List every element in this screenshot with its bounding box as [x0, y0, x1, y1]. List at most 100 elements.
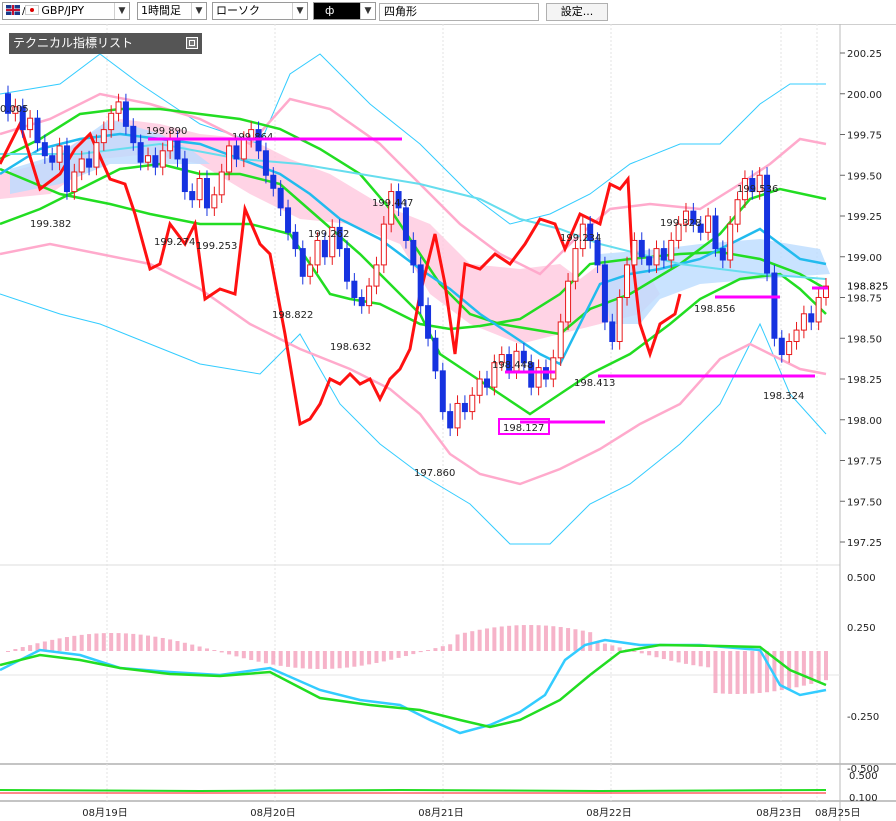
drawing-tool-select[interactable]: ф ▼ — [313, 2, 376, 20]
indicator-list-panel[interactable]: テクニカル指標リスト — [9, 33, 202, 54]
candle-body — [638, 239, 645, 258]
histogram-bar — [720, 651, 725, 694]
candle-body — [233, 145, 240, 160]
candle-body — [594, 239, 601, 266]
candle-body — [145, 155, 152, 163]
candle-body — [425, 305, 432, 339]
histogram-bar — [462, 632, 467, 651]
histogram-bar — [315, 651, 320, 669]
price-tick-label: 199.75 — [847, 131, 882, 142]
indicator-list-title: テクニカル指標リスト — [13, 36, 134, 50]
histogram-bar — [639, 651, 644, 654]
histogram-bar — [448, 644, 453, 651]
candle-body — [137, 142, 144, 163]
candle-body — [484, 378, 491, 388]
histogram-bar — [610, 645, 615, 651]
histogram-bar — [227, 651, 232, 655]
histogram-bar — [418, 651, 423, 653]
chart-canvas[interactable]: 0.005199.890199.864199.382199.274199.253… — [0, 24, 896, 821]
settings-button[interactable]: 設定... — [546, 3, 608, 21]
candle-body — [565, 280, 572, 323]
histogram-bar — [617, 647, 622, 651]
histogram-bar — [573, 629, 578, 651]
uk-flag-icon — [6, 5, 20, 15]
candle-body — [122, 101, 129, 127]
price-annotation: 198.324 — [763, 391, 804, 402]
histogram-bar — [138, 634, 143, 651]
candle-body — [189, 191, 196, 201]
bottom-panel — [0, 788, 827, 794]
candle-body — [86, 158, 93, 168]
histogram-bar — [728, 651, 733, 694]
price-annotation: 198.632 — [330, 342, 371, 353]
price-annotation: 199.262 — [308, 229, 349, 240]
price-tick-label: 198.00 — [847, 416, 882, 427]
shape-field[interactable]: 四角形 — [379, 3, 539, 21]
histogram-bar — [219, 651, 224, 653]
osc-tick-label: -0.250 — [847, 712, 879, 723]
histogram-bar — [20, 647, 25, 651]
candle-body — [727, 223, 734, 261]
chart-style-select[interactable]: ローソク ▼ — [212, 2, 308, 20]
candle-body — [432, 337, 439, 372]
histogram-bar — [168, 639, 173, 651]
histogram-bar — [529, 625, 534, 651]
bottom-indicator-line — [0, 788, 827, 793]
histogram-bar — [131, 633, 136, 651]
histogram-bar — [234, 651, 239, 657]
candle-body — [211, 194, 218, 209]
histogram-bar — [271, 651, 276, 665]
histogram-bar — [742, 651, 747, 694]
symbol-select[interactable]: / GBP/JPY ▼ — [2, 2, 130, 20]
candle-body — [27, 117, 34, 131]
price-annotation: 198.448 — [492, 360, 533, 371]
histogram-bar — [669, 651, 674, 661]
candle-body — [601, 264, 608, 323]
candle-body — [660, 248, 667, 261]
histogram-bar — [109, 633, 114, 651]
settings-label: 設定... — [560, 5, 594, 18]
candle-body — [712, 215, 719, 250]
price-annotation: 199.328 — [660, 218, 701, 229]
histogram-bar — [499, 626, 504, 651]
candle-body — [203, 178, 210, 209]
candle-body — [609, 321, 616, 343]
price-annotation: 199.890 — [146, 126, 187, 137]
candle-body — [181, 158, 188, 193]
candle-body — [262, 150, 269, 176]
candle-body — [461, 402, 468, 413]
candle-body — [93, 142, 100, 168]
candle-body — [815, 297, 822, 323]
histogram-bar — [72, 635, 77, 651]
price-tick-label: 200.00 — [847, 90, 882, 101]
histogram-bar — [256, 651, 261, 662]
candle-body — [63, 145, 70, 193]
candle-body — [646, 256, 653, 266]
candle-body — [786, 341, 793, 356]
restore-icon[interactable] — [186, 37, 198, 49]
histogram-bar — [477, 629, 482, 651]
candle-body — [285, 207, 292, 233]
histogram-bar — [241, 651, 246, 659]
chevron-down-icon: ▼ — [114, 3, 129, 19]
histogram-bar — [146, 635, 151, 651]
histogram-bar — [735, 651, 740, 694]
histogram-bar — [50, 639, 55, 651]
timeframe-select[interactable]: 1時間足 ▼ — [137, 2, 207, 20]
histogram-bar — [153, 636, 158, 651]
osc-tick-label: 0.250 — [847, 623, 876, 634]
histogram-bar — [654, 651, 659, 658]
candle-body — [226, 145, 233, 173]
histogram-bar — [543, 625, 548, 651]
price-tick-label: 199.50 — [847, 171, 882, 182]
histogram-bar — [300, 651, 305, 669]
price-tick-label: 197.75 — [847, 457, 882, 468]
histogram-bar — [381, 651, 386, 662]
histogram-bar — [647, 651, 652, 656]
candle-body — [299, 248, 306, 277]
histogram-bar — [374, 651, 379, 663]
candle-body — [56, 145, 63, 163]
price-annotation: 199.447 — [372, 198, 413, 209]
histogram-bar — [286, 651, 291, 667]
chevron-down-icon: ▼ — [360, 3, 375, 19]
